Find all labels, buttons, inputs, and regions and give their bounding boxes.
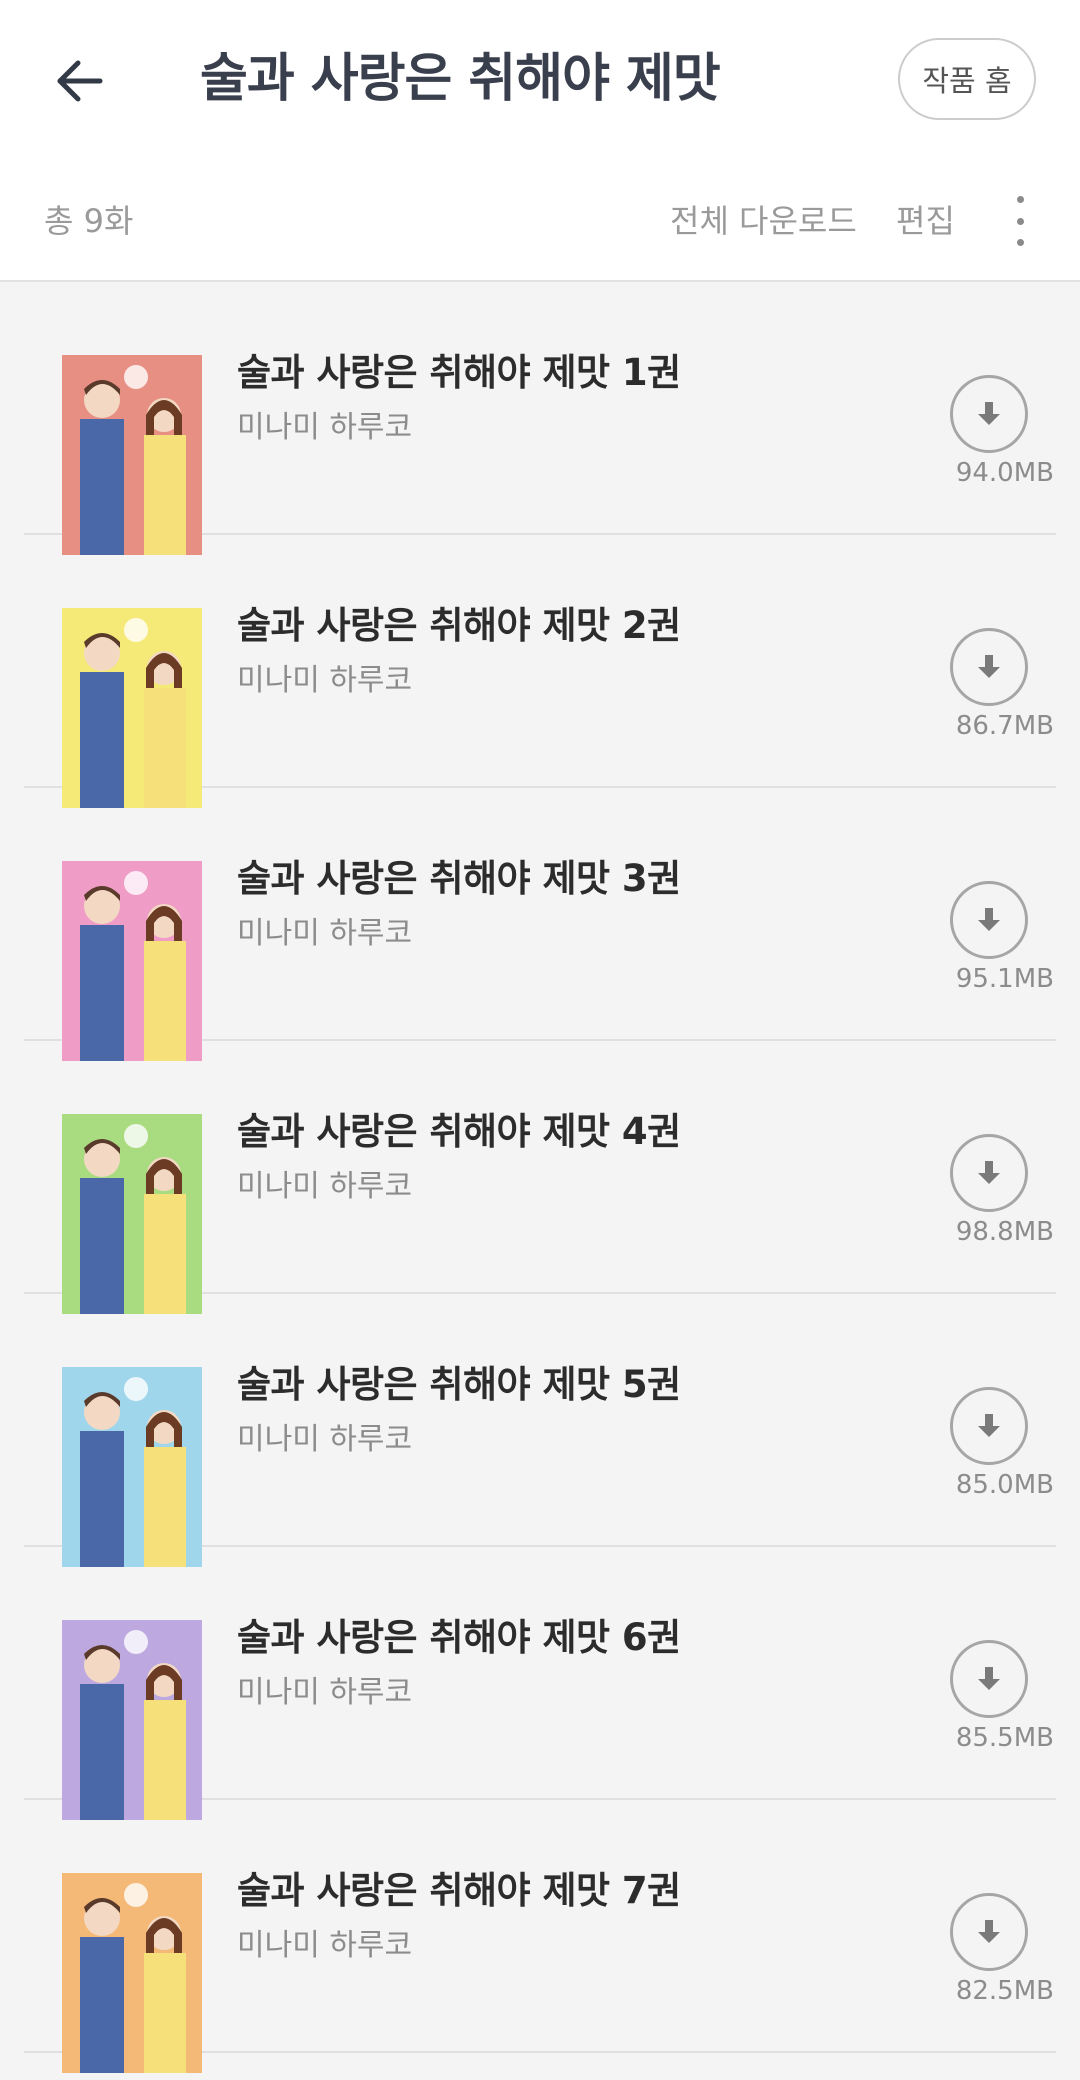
- download-icon: [978, 1161, 1000, 1184]
- volume-author: 미나미 하루코: [237, 1422, 413, 1457]
- series-home-button[interactable]: 작품 홈: [898, 38, 1036, 120]
- book-cover: [62, 1873, 202, 2073]
- page-title: 술과 사랑은 취해야 제맛: [200, 49, 721, 109]
- list-item[interactable]: 술과 사랑은 취해야 제맛 1권미나미 하루코 94.0MB: [24, 282, 1056, 555]
- download-button[interactable]: [950, 1893, 1028, 1971]
- list-toolbar: 총 9화 전체 다운로드 편집: [0, 160, 1080, 282]
- list-item[interactable]: 술과 사랑은 취해야 제맛 7권미나미 하루코 82.5MB: [24, 1800, 1056, 2073]
- more-dot: [1016, 217, 1024, 225]
- volume-title: 술과 사랑은 취해야 제맛 7권: [237, 1869, 681, 1912]
- book-cover: [62, 861, 202, 1061]
- file-size: 86.7MB: [955, 711, 1054, 741]
- download-icon: [978, 1667, 1000, 1690]
- download-button[interactable]: [950, 881, 1028, 959]
- download-icon: [978, 402, 1000, 425]
- book-cover-art: [62, 1620, 202, 1820]
- book-cover: [62, 1620, 202, 1820]
- file-size: 95.1MB: [955, 964, 1054, 994]
- book-cover-art: [62, 355, 202, 555]
- edit-button[interactable]: 편집: [896, 196, 955, 242]
- volume-title: 술과 사랑은 취해야 제맛 6권: [237, 1616, 681, 1659]
- file-size: 98.8MB: [955, 1217, 1054, 1247]
- volume-title: 술과 사랑은 취해야 제맛 2권: [237, 604, 681, 647]
- download-all-button[interactable]: 전체 다운로드: [670, 196, 857, 242]
- back-button[interactable]: [50, 52, 108, 110]
- book-cover-art: [62, 1114, 202, 1314]
- file-size: 85.5MB: [955, 1723, 1054, 1753]
- list-item[interactable]: 술과 사랑은 취해야 제맛 3권미나미 하루코 95.1MB: [24, 788, 1056, 1061]
- volume-author: 미나미 하루코: [237, 1675, 413, 1710]
- volume-title: 술과 사랑은 취해야 제맛 5권: [237, 1363, 681, 1406]
- volume-author: 미나미 하루코: [237, 1928, 413, 1963]
- file-size: 82.5MB: [955, 1976, 1054, 2006]
- download-button[interactable]: [950, 1640, 1028, 1718]
- volume-author: 미나미 하루코: [237, 410, 413, 445]
- volume-title: 술과 사랑은 취해야 제맛 3권: [237, 857, 681, 900]
- more-vertical-icon: [1016, 196, 1024, 203]
- download-icon: [978, 1414, 1000, 1437]
- more-options-button[interactable]: [1000, 196, 1040, 246]
- file-size: 94.0MB: [955, 458, 1054, 488]
- list-item[interactable]: 술과 사랑은 취해야 제맛 4권미나미 하루코 98.8MB: [24, 1041, 1056, 1314]
- book-cover: [62, 1114, 202, 1314]
- download-icon: [978, 655, 1000, 678]
- volume-title: 술과 사랑은 취해야 제맛 4권: [237, 1110, 681, 1153]
- file-size: 85.0MB: [955, 1470, 1054, 1500]
- book-cover: [62, 608, 202, 808]
- download-button[interactable]: [950, 1134, 1028, 1212]
- download-button[interactable]: [950, 628, 1028, 706]
- volume-author: 미나미 하루코: [237, 916, 413, 951]
- list-item[interactable]: 술과 사랑은 취해야 제맛 2권미나미 하루코 86.7MB: [24, 535, 1056, 808]
- download-icon: [978, 1920, 1000, 1943]
- book-cover: [62, 1367, 202, 1567]
- volume-title: 술과 사랑은 취해야 제맛 1권: [237, 351, 681, 394]
- download-button[interactable]: [950, 1387, 1028, 1465]
- book-cover-art: [62, 608, 202, 808]
- book-cover-art: [62, 861, 202, 1061]
- app-header: 술과 사랑은 취해야 제맛 작품 홈: [0, 0, 1080, 160]
- download-icon: [978, 908, 1000, 931]
- book-cover-art: [62, 1367, 202, 1567]
- download-button[interactable]: [950, 375, 1028, 453]
- list-item[interactable]: 술과 사랑은 취해야 제맛 6권미나미 하루코 85.5MB: [24, 1547, 1056, 1820]
- episode-count: 총 9화: [44, 202, 134, 240]
- list-item[interactable]: 술과 사랑은 취해야 제맛 5권미나미 하루코 85.0MB: [24, 1294, 1056, 1567]
- book-cover-art: [62, 1873, 202, 2073]
- volume-author: 미나미 하루코: [237, 663, 413, 698]
- more-dot: [1016, 239, 1024, 246]
- book-cover: [62, 355, 202, 555]
- volume-author: 미나미 하루코: [237, 1169, 413, 1204]
- arrow-left-icon: [57, 60, 103, 102]
